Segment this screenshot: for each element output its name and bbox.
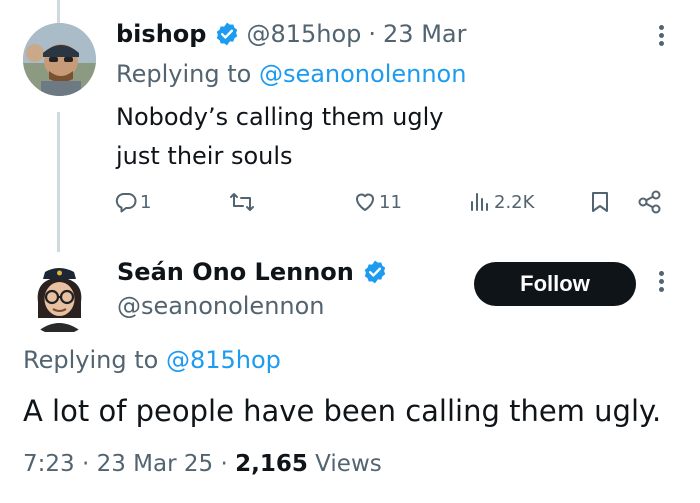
views-total: 2,165 [235, 451, 308, 477]
reply-count: 1 [140, 191, 152, 213]
reply-button[interactable]: 1 [114, 186, 151, 218]
reply-text-line: just their souls [116, 142, 293, 170]
replying-handle-link[interactable]: @815hop [166, 346, 281, 374]
main-author: Seán Ono Lennon [117, 258, 394, 286]
replying-prefix: Replying to [23, 346, 166, 374]
like-count: 11 [379, 191, 402, 213]
retweet-icon [230, 193, 254, 211]
separator: · [220, 451, 228, 477]
bookmark-button[interactable] [589, 186, 611, 218]
like-icon [356, 193, 374, 211]
separator: · [368, 20, 377, 48]
replying-to: Replying to @seanonolennon [116, 60, 466, 88]
separator: · [81, 451, 90, 477]
avatar-sean-ono-lennon[interactable] [23, 262, 96, 335]
main-author-name[interactable]: Seán Ono Lennon [117, 258, 354, 286]
thread-line [57, 112, 60, 252]
views-button[interactable]: 2.2K [468, 186, 534, 218]
reply-header: bishop @815hop · 23 Mar [116, 20, 466, 48]
like-button[interactable]: 11 [353, 186, 402, 218]
reply-text-line: Nobody’s calling them ugly [116, 103, 444, 131]
bookmark-icon [592, 192, 608, 212]
action-bar: 1 11 2.2K [0, 186, 700, 218]
more-icon[interactable] [656, 268, 666, 302]
share-icon [638, 190, 661, 214]
verified-badge-icon [364, 260, 386, 284]
verified-badge-icon [217, 22, 238, 46]
tweet-meta: 7:23 · 23 Mar 25 · 2,165 Views [23, 451, 382, 477]
author-name[interactable]: bishop [116, 20, 206, 48]
replying-handle-link[interactable]: @seanonolennon [259, 60, 467, 88]
follow-button[interactable]: Follow [474, 262, 636, 306]
views-count: 2.2K [494, 191, 535, 213]
main-tweet-text: A lot of people have been calling them u… [23, 394, 662, 428]
author-handle[interactable]: @815hop [246, 20, 361, 48]
main-author-handle[interactable]: @seanonolennon [117, 292, 325, 320]
tweet-time[interactable]: 7:23 [23, 451, 75, 477]
views-icon [471, 193, 488, 211]
reply-text: Nobody’s calling them ugly just their so… [116, 98, 636, 176]
main-replying-to: Replying to @815hop [23, 346, 281, 374]
views-label: Views [315, 451, 382, 477]
tweet-full-date[interactable]: 23 Mar 25 [97, 451, 214, 477]
tweet-date[interactable]: 23 Mar [383, 20, 466, 48]
share-button[interactable] [637, 186, 663, 218]
avatar-bishop[interactable] [23, 23, 96, 96]
more-icon[interactable] [656, 22, 666, 56]
retweet-button[interactable] [229, 186, 257, 218]
replying-prefix: Replying to [116, 60, 259, 88]
reply-icon [115, 193, 137, 213]
